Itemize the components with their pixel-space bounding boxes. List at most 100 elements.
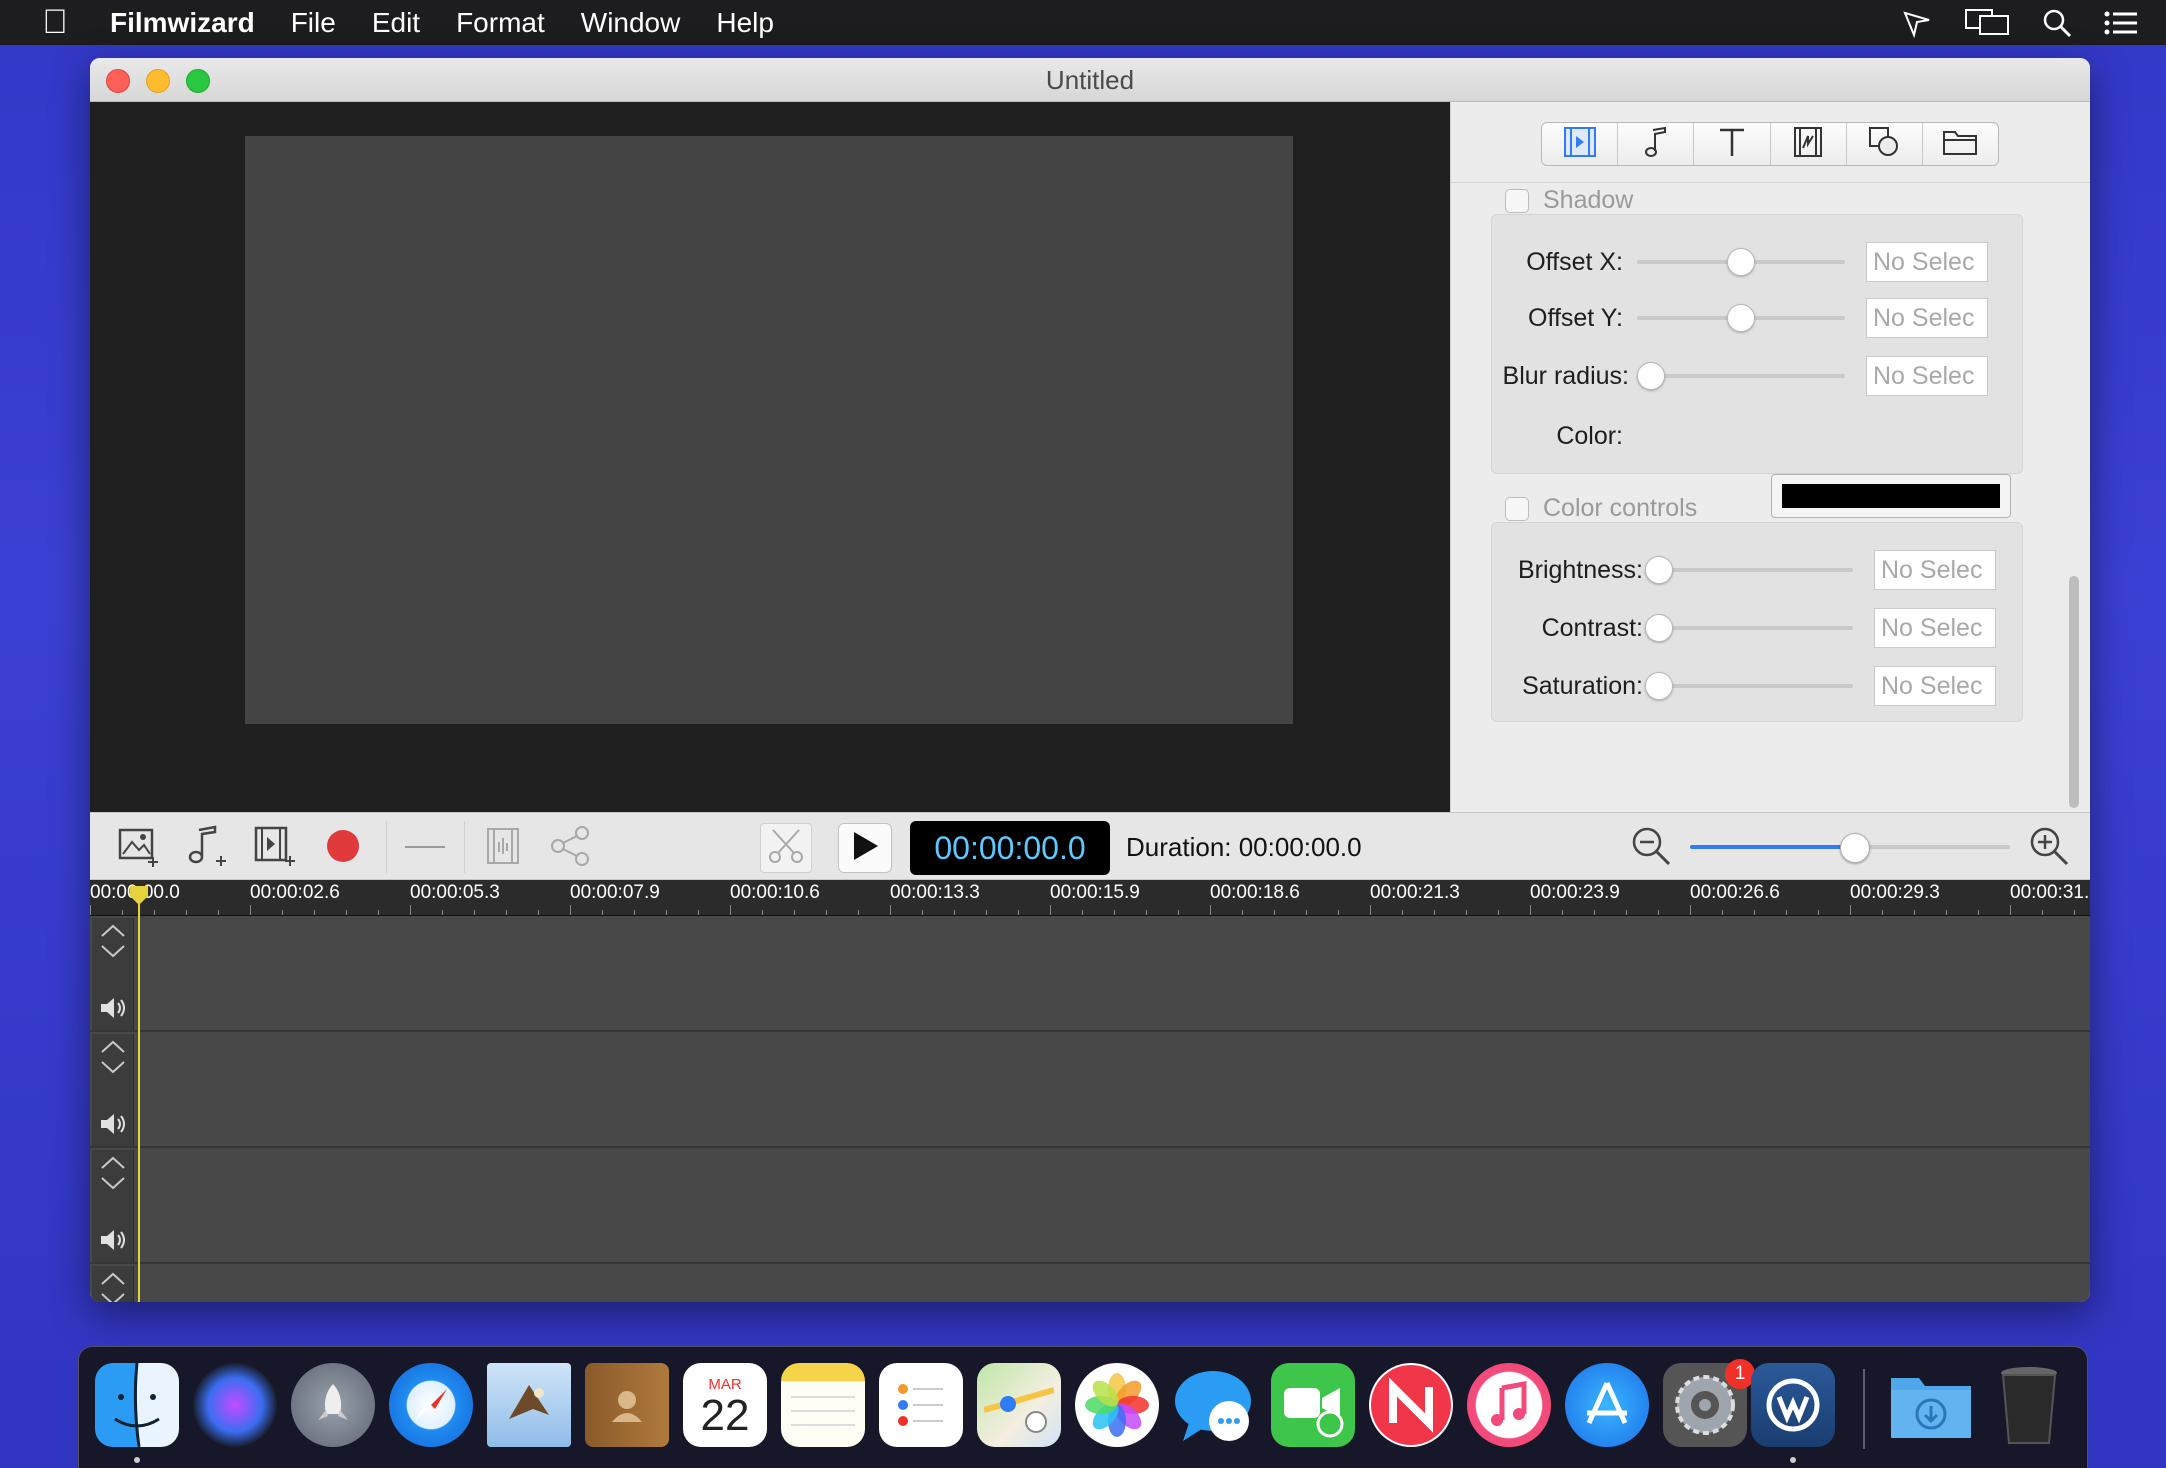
window-title: Untitled <box>1045 65 1135 95</box>
track-reorder-icon[interactable] <box>98 922 128 967</box>
shadow-color-well[interactable] <box>1771 474 2011 518</box>
spotlight-search-icon[interactable] <box>2042 8 2072 38</box>
split-clip-button[interactable] <box>760 823 812 873</box>
tab-video-clip[interactable] <box>1542 123 1619 165</box>
dock-maps-icon[interactable] <box>977 1363 1061 1447</box>
dock-app-store-icon[interactable] <box>1565 1363 1649 1447</box>
timeline-tracks[interactable] <box>90 916 2090 1302</box>
blur-radius-field[interactable]: No Selec <box>1866 356 1988 396</box>
timeline-ruler[interactable]: 00:00:00.000:00:02.600:00:05.300:00:07.9… <box>90 880 2090 916</box>
brightness-slider[interactable] <box>1645 550 1853 590</box>
saturation-slider-knob[interactable] <box>1645 672 1673 700</box>
shadow-checkbox[interactable] <box>1505 188 1529 213</box>
dock-music-icon[interactable] <box>1467 1363 1551 1447</box>
transition-icon <box>1793 126 1823 163</box>
dock-photos-icon[interactable] <box>1075 1363 1159 1447</box>
dock-contacts-icon[interactable] <box>585 1363 669 1447</box>
inspector-scrollbar[interactable] <box>2069 576 2079 808</box>
offset-y-slider[interactable] <box>1637 298 1845 338</box>
brightness-slider-knob[interactable] <box>1645 556 1673 584</box>
dock-mail-icon[interactable] <box>487 1363 571 1447</box>
dock-safari-icon[interactable] <box>389 1363 473 1447</box>
notification-center-icon[interactable] <box>2104 10 2138 36</box>
offset-x-slider[interactable] <box>1637 242 1845 282</box>
add-audio-button[interactable] <box>184 824 230 871</box>
dock-calendar-icon[interactable]: MAR 22 <box>683 1363 767 1447</box>
dock-finder-icon[interactable] <box>95 1363 179 1447</box>
ruler-time-label: 00:00:10.6 <box>730 882 820 903</box>
track-reorder-icon[interactable] <box>98 1270 128 1302</box>
color-controls-checkbox[interactable] <box>1505 496 1529 521</box>
brightness-field[interactable]: No Selec <box>1874 550 1996 590</box>
menu-app-name[interactable]: Filmwizard <box>110 7 273 39</box>
menu-file[interactable]: File <box>273 7 354 39</box>
blur-radius-slider-knob[interactable] <box>1637 362 1665 390</box>
zoom-slider[interactable] <box>1690 827 2010 867</box>
timeline-track[interactable] <box>90 1032 2090 1148</box>
tab-audio[interactable] <box>1618 123 1695 165</box>
detach-button[interactable] <box>402 825 448 871</box>
window-minimize-button[interactable] <box>146 69 170 93</box>
playhead-handle[interactable] <box>128 884 150 906</box>
offset-x-slider-knob[interactable] <box>1727 248 1755 276</box>
dock-trash-icon[interactable] <box>1987 1363 2071 1447</box>
tab-folder[interactable] <box>1923 123 1998 165</box>
saturation-slider[interactable] <box>1645 666 1853 706</box>
window-zoom-button[interactable] <box>186 69 210 93</box>
offset-y-slider-knob[interactable] <box>1727 304 1755 332</box>
speaker-icon[interactable] <box>99 1227 129 1258</box>
ruler-time-label: 00:00:15.9 <box>1050 882 1140 903</box>
zoom-out-button[interactable] <box>1628 825 1674 871</box>
zoom-in-button[interactable] <box>2026 825 2072 871</box>
track-reorder-icon[interactable] <box>98 1154 128 1199</box>
menu-format[interactable]: Format <box>438 7 563 39</box>
track-reorder-icon[interactable] <box>98 1038 128 1083</box>
contrast-slider-knob[interactable] <box>1645 614 1673 642</box>
color-controls-toggle[interactable]: Color controls <box>1505 494 1697 523</box>
tab-text[interactable] <box>1694 123 1771 165</box>
add-image-button[interactable] <box>116 825 162 871</box>
dock-siri-icon[interactable] <box>193 1363 277 1447</box>
contrast-slider[interactable] <box>1645 608 1853 648</box>
add-video-button[interactable] <box>252 825 298 871</box>
saturation-field[interactable]: No Selec <box>1874 666 1996 706</box>
speaker-icon[interactable] <box>99 995 129 1026</box>
blur-radius-slider[interactable] <box>1637 356 1845 396</box>
tab-transition[interactable] <box>1771 123 1847 165</box>
shadow-toggle[interactable]: Shadow <box>1505 186 1633 215</box>
timeline-track[interactable] <box>90 916 2090 1032</box>
dock-filmwizard-icon[interactable] <box>1751 1363 1835 1447</box>
ruler-tick <box>1914 910 1915 915</box>
ruler-tick <box>986 910 987 915</box>
menu-help[interactable]: Help <box>698 7 792 39</box>
dock-downloads-icon[interactable] <box>1889 1363 1973 1447</box>
timeline-track[interactable] <box>90 1148 2090 1264</box>
speaker-icon[interactable] <box>99 1111 129 1142</box>
ruler-tick <box>1146 910 1147 915</box>
offset-x-field[interactable]: No Selec <box>1866 242 1988 282</box>
display-mirroring-icon[interactable] <box>1964 8 2010 38</box>
share-button[interactable] <box>548 825 594 871</box>
window-close-button[interactable] <box>106 69 130 93</box>
dock-messages-icon[interactable] <box>1173 1363 1257 1447</box>
toolbar-separator <box>386 821 387 873</box>
dock-launchpad-icon[interactable] <box>291 1363 375 1447</box>
record-button[interactable] <box>320 825 366 871</box>
dock-facetime-icon[interactable] <box>1271 1363 1355 1447</box>
apple-menu-icon[interactable]:  <box>0 3 110 42</box>
menu-window[interactable]: Window <box>563 7 699 39</box>
dock-notes-icon[interactable] <box>781 1363 865 1447</box>
timeline-track[interactable] <box>90 1264 2090 1302</box>
offset-y-field[interactable]: No Selec <box>1866 298 1988 338</box>
dock-news-icon[interactable] <box>1369 1363 1453 1447</box>
contrast-field[interactable]: No Selec <box>1874 608 1996 648</box>
menu-edit[interactable]: Edit <box>354 7 438 39</box>
video-canvas[interactable] <box>245 136 1293 724</box>
playhead-line[interactable] <box>138 888 140 1302</box>
location-icon[interactable] <box>1902 8 1932 38</box>
tab-shapes[interactable] <box>1847 123 1923 165</box>
play-button[interactable] <box>838 823 892 873</box>
zoom-slider-knob[interactable] <box>1840 833 1870 863</box>
dock-reminders-icon[interactable] <box>879 1363 963 1447</box>
audio-waveform-button[interactable] <box>480 825 526 871</box>
